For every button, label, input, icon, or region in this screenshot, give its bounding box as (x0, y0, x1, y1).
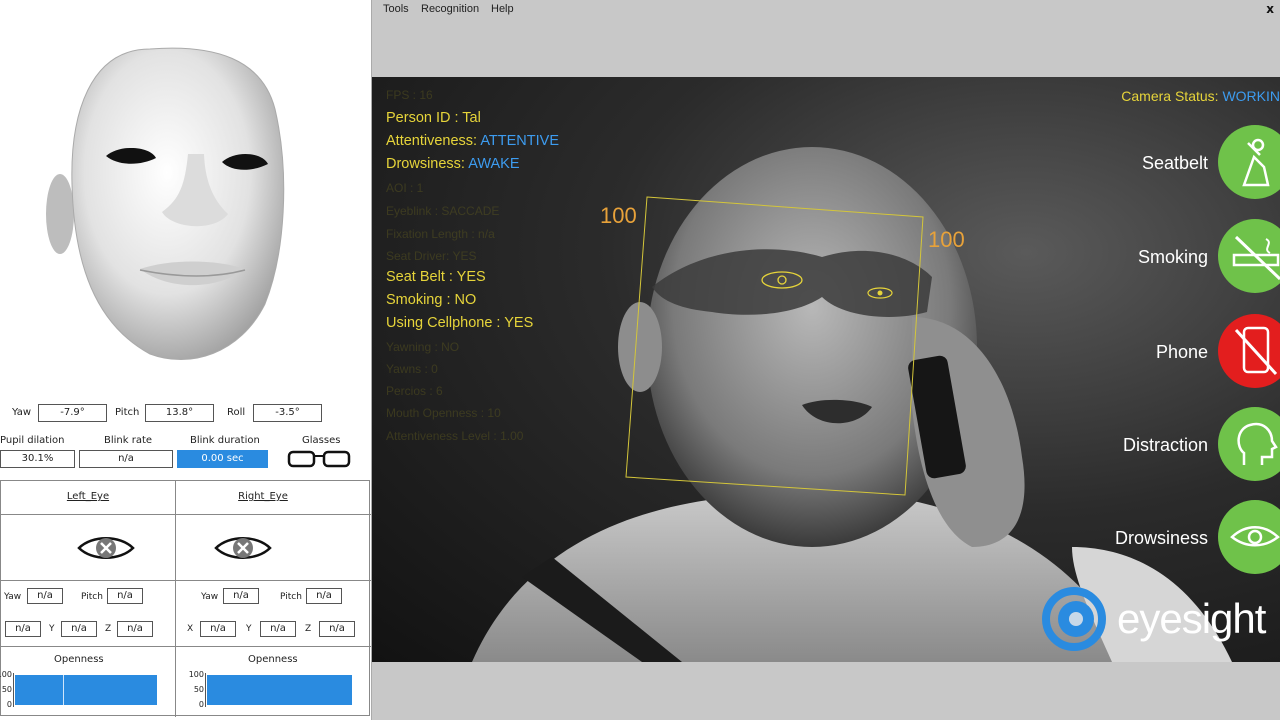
blink-rate-label: Blink rate (104, 435, 153, 446)
left-eye-yaw-field[interactable]: n/a (27, 588, 63, 604)
seatbelt-text: Seat Belt : YES (386, 269, 486, 285)
3d-face-model (0, 4, 370, 394)
pupil-dilation-label: Pupil dilation (0, 435, 65, 446)
head-icon (1218, 407, 1280, 481)
right-z-label: Z (305, 624, 312, 634)
left-axis-mid: 50 (1, 685, 12, 694)
right-y-label: Y (246, 624, 252, 634)
eyesight-logo-icon (1042, 587, 1106, 651)
ghost-line-7: Percios : 6 (386, 384, 443, 398)
right-axis-top: 100 (188, 670, 204, 679)
pupil-dilation-field[interactable]: 30.1% (0, 450, 75, 468)
ghost-line-2: Eyeblink : SACCADE (386, 204, 500, 218)
no-smoking-icon (1218, 219, 1280, 293)
ghost-line-8: Mouth Openness : 10 (386, 406, 501, 420)
ghost-line-9: Attentiveness Level : 1.00 (386, 429, 524, 443)
right-eye-y-field[interactable]: n/a (260, 621, 296, 637)
smoking-text: Smoking : NO (386, 292, 477, 308)
attentiveness-text: Attentiveness: ATTENTIVE (386, 133, 559, 149)
left-yaw-label: Yaw (4, 592, 22, 602)
status-distraction-label: Distraction (1122, 435, 1208, 455)
glasses-icon (287, 450, 351, 468)
no-phone-icon (1218, 314, 1280, 388)
face-model-render (46, 47, 285, 361)
person-id-text: Person ID : Tal (386, 110, 481, 126)
left-eye-title: Left_Eye (66, 491, 110, 502)
right-axis-mid: 50 (193, 685, 204, 694)
right-eye-pitch-field[interactable]: n/a (306, 588, 342, 604)
camera-feed: FPS : 16 Person ID : Tal Attentiveness: … (372, 77, 1280, 662)
face-box-score-left: 100 (600, 203, 637, 228)
blink-duration-label: Blink duration (190, 435, 260, 446)
right-eye-title: Right_Eye (238, 491, 288, 502)
close-button[interactable]: x (1266, 2, 1274, 16)
pitch-label: Pitch (115, 407, 140, 418)
ghost-fps: FPS : 16 (386, 88, 433, 102)
ghost-line-3: Fixation Length : n/a (386, 227, 495, 241)
brand-wordmark: eyesight (1117, 595, 1266, 642)
cellphone-text: Using Cellphone : YES (386, 315, 534, 331)
roll-label: Roll (227, 407, 246, 418)
camera-panel: Tools Recognition Help x FPS: 16 Person… (372, 0, 1280, 720)
blink-duration-field[interactable]: 0.00 sec (177, 450, 268, 468)
glasses-label: Glasses (302, 435, 341, 446)
left-eye-closed-icon (77, 537, 135, 559)
left-pitch-label: Pitch (81, 592, 103, 602)
ghost-line-4: Seat Driver: YES (386, 249, 477, 263)
left-z-label: Z (105, 624, 112, 634)
right-eye-yaw-field[interactable]: n/a (223, 588, 259, 604)
eye-icon (1218, 500, 1280, 574)
left-eye-z-field[interactable]: n/a (117, 621, 153, 637)
left-openness-label: Openness (54, 654, 104, 665)
menu-recognition[interactable]: Recognition (421, 3, 479, 15)
face-box-score-right: 100 (928, 227, 965, 252)
right-eye-z-field[interactable]: n/a (319, 621, 355, 637)
left-eye-x-field[interactable]: n/a (5, 621, 41, 637)
right-eye-closed-icon (214, 537, 272, 559)
yaw-field[interactable]: -7.9° (38, 404, 107, 422)
analysis-panel: Yaw -7.9° Pitch 13.8° Roll -3.5° Pupil d… (0, 0, 372, 720)
drowsiness-text: Drowsiness: AWAKE (386, 156, 520, 172)
seatbelt-icon (1218, 125, 1280, 199)
blink-rate-field[interactable]: n/a (79, 450, 173, 468)
ghost-line-1: AOI : 1 (386, 181, 424, 195)
menu-tools[interactable]: Tools (383, 3, 409, 15)
left-axis-bottom: 0 (6, 700, 12, 709)
eye-details-table: Left_Eye Right_Eye Yaw n/a Pitch n/a n/a… (0, 480, 371, 717)
right-openness-label: Openness (248, 654, 298, 665)
right-eye-x-field[interactable]: n/a (200, 621, 236, 637)
yaw-label: Yaw (12, 407, 32, 418)
right-openness-bar (207, 675, 352, 705)
ghost-line-5: Yawning : NO (386, 340, 460, 354)
status-drowsiness-label: Drowsiness (1114, 528, 1208, 548)
status-smoking-label: Smoking (1137, 247, 1208, 267)
left-openness-bar (15, 675, 157, 705)
status-seatbelt-label: Seatbelt (1141, 153, 1208, 173)
right-pitch-label: Pitch (280, 592, 302, 602)
menu-help[interactable]: Help (491, 3, 514, 15)
roll-field[interactable]: -3.5° (253, 404, 322, 422)
right-yaw-label: Yaw (201, 592, 219, 602)
right-x-label: X (187, 624, 194, 634)
ghost-line-6: Yawns : 0 (386, 362, 438, 376)
left-eye-pitch-field[interactable]: n/a (107, 588, 143, 604)
left-eye-y-field[interactable]: n/a (61, 621, 97, 637)
status-phone-label: Phone (1155, 342, 1208, 362)
left-axis-top: 100 (0, 670, 12, 679)
menu-bar: Tools Recognition Help x (372, 0, 1280, 20)
pitch-field[interactable]: 13.8° (145, 404, 214, 422)
camera-status: Camera Status: WORKIN (1121, 88, 1280, 104)
right-axis-bottom: 0 (198, 700, 204, 709)
left-y-label: Y (49, 624, 55, 634)
